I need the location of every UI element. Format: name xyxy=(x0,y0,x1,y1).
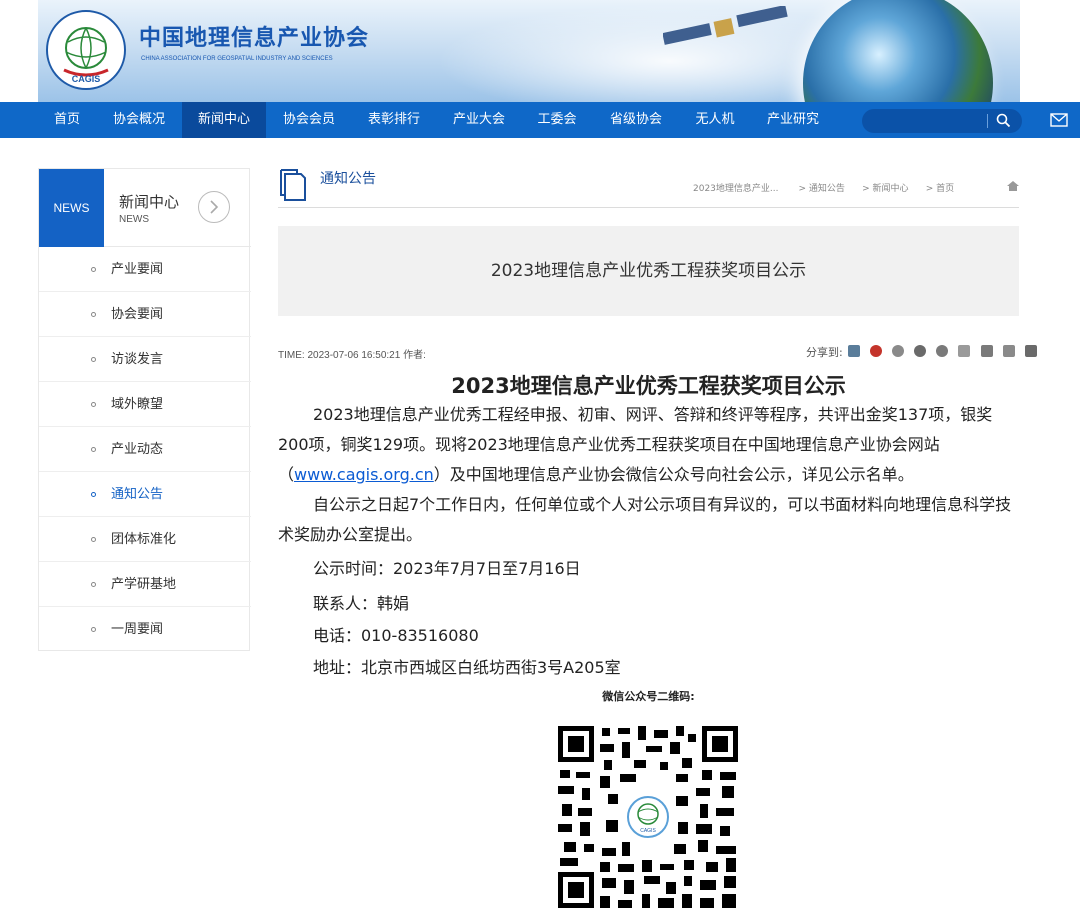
search-divider xyxy=(987,114,988,128)
share-douban-icon[interactable] xyxy=(1002,345,1015,357)
share-qzone-icon[interactable] xyxy=(1024,345,1037,357)
article-paragraph: 2023地理信息产业优秀工程经申报、初审、网评、答辩和终评等程序，共评出金奖13… xyxy=(278,405,993,484)
sidebar-item-overseas[interactable]: 域外瞭望 xyxy=(39,382,251,427)
share-wechat-icon[interactable] xyxy=(914,345,927,357)
article-paragraph: 自公示之日起7个工作日内，任何单位或个人对公示项目有异议的，可以书面材料向地理信… xyxy=(278,495,1012,544)
share-plus-icon[interactable] xyxy=(848,345,860,357)
sidebar-item-label: 一周要闻 xyxy=(111,622,164,637)
bullet-icon xyxy=(91,402,96,407)
sidebar-item-weekly-news[interactable]: 一周要闻 xyxy=(39,607,251,652)
sidebar-header: NEWS 新闻中心 NEWS xyxy=(39,169,251,247)
sidebar-item-association-news[interactable]: 协会要闻 xyxy=(39,292,251,337)
sidebar-item-label: 域外瞭望 xyxy=(111,397,164,412)
qr-logo-mark: CAGIS xyxy=(640,828,656,834)
sidebar-item-industry-updates[interactable]: 产业动态 xyxy=(39,427,251,472)
bullet-icon xyxy=(91,267,96,272)
sidebar-badge: NEWS xyxy=(39,169,104,247)
nav-item-home[interactable]: 首页 xyxy=(46,102,88,138)
sidebar-item-label: 访谈发言 xyxy=(111,352,164,367)
nav-item-conference[interactable]: 产业大会 xyxy=(444,102,514,138)
share-icons xyxy=(848,345,1042,359)
nav-item-about[interactable]: 协会概况 xyxy=(104,102,174,138)
bullet-icon xyxy=(91,312,96,317)
logo-icon[interactable]: CAGIS xyxy=(46,10,126,90)
article-title-box: 2023地理信息产业优秀工程获奖项目公示 xyxy=(278,226,1019,316)
section-divider xyxy=(278,207,1019,208)
bullet-icon xyxy=(91,627,96,632)
sidebar-subtitle: NEWS xyxy=(119,214,149,225)
article-meta: TIME: 2023-07-06 16:50:21 作者: xyxy=(278,350,426,361)
bullet-icon xyxy=(91,492,96,497)
nav-item-members[interactable]: 协会会员 xyxy=(274,102,344,138)
share-pinterest-icon[interactable] xyxy=(892,345,905,357)
contact-address: 地址：北京市西城区白纸坊西街3号A205室 xyxy=(313,658,621,677)
sidebar-item-standards[interactable]: 团体标准化 xyxy=(39,517,251,562)
nav-item-research[interactable]: 产业研究 xyxy=(758,102,828,138)
sidebar-item-label: 协会要闻 xyxy=(111,307,164,322)
sidebar-item-label: 产业动态 xyxy=(111,442,164,457)
sidebar-title: 新闻中心 xyxy=(119,193,180,211)
chevron-right-icon[interactable] xyxy=(198,191,230,223)
nav-item-rankings[interactable]: 表彰排行 xyxy=(359,102,429,138)
sidebar-item-label: 团体标准化 xyxy=(111,532,177,547)
site-link[interactable]: www.cagis.org.cn xyxy=(294,465,434,484)
contact-phone: 电话：010-83516080 xyxy=(313,626,479,645)
search-icon[interactable] xyxy=(996,113,1011,128)
nav-item-drones[interactable]: 无人机 xyxy=(686,102,744,138)
mail-icon[interactable] xyxy=(1050,113,1068,127)
bullet-icon xyxy=(91,447,96,452)
breadcrumb-item[interactable]: 2023地理信息产业... xyxy=(693,184,779,194)
qr-code-image: CAGIS xyxy=(556,724,740,910)
breadcrumb-item[interactable]: > 通知公告 xyxy=(799,184,845,194)
site-title[interactable]: 中国地理信息产业协会 xyxy=(139,20,369,52)
sidebar: NEWS 新闻中心 NEWS 产业要闻 协会要闻 访谈发言 域外瞭望 产业动态 … xyxy=(38,168,251,652)
sidebar-list: 产业要闻 协会要闻 访谈发言 域外瞭望 产业动态 通知公告 团体标准化 产学研基… xyxy=(39,247,251,652)
section-title: 通知公告 xyxy=(320,171,376,187)
sidebar-item-interviews[interactable]: 访谈发言 xyxy=(39,337,251,382)
satellite-icon xyxy=(663,6,788,45)
article-title: 2023地理信息产业优秀工程获奖项目公示 xyxy=(451,374,846,398)
qr-label: 微信公众号二维码: xyxy=(602,690,695,703)
publicity-period: 公示时间：2023年7月7日至7月16日 xyxy=(313,559,581,578)
sidebar-item-research-base[interactable]: 产学研基地 xyxy=(39,562,251,607)
contact-person: 联系人：韩娟 xyxy=(313,594,410,613)
logo-mark: CAGIS xyxy=(72,74,101,84)
bullet-icon xyxy=(91,582,96,587)
sidebar-item-label: 通知公告 xyxy=(111,487,164,502)
document-icon xyxy=(280,169,306,201)
breadcrumb: 2023地理信息产业... > 通知公告 > 新闻中心 > 首页 xyxy=(693,181,954,194)
share-star-icon[interactable] xyxy=(958,345,971,357)
home-icon[interactable] xyxy=(1006,180,1020,192)
share-label: 分享到: xyxy=(806,346,843,359)
sidebar-item-industry-news[interactable]: 产业要闻 xyxy=(39,247,251,292)
nav-item-news[interactable]: 新闻中心 xyxy=(182,102,266,138)
nav-item-committees[interactable]: 工委会 xyxy=(528,102,586,138)
earth-image xyxy=(803,0,993,102)
nav-item-provincial[interactable]: 省级协会 xyxy=(601,102,671,138)
share-weibo-icon[interactable] xyxy=(870,345,883,357)
share-renren-icon[interactable] xyxy=(980,345,993,357)
main-nav: 首页 协会概况 新闻中心 协会会员 表彰排行 产业大会 工委会 省级协会 无人机… xyxy=(0,102,1080,138)
bullet-icon xyxy=(91,537,96,542)
site-subtitle: CHINA ASSOCIATION FOR GEOSPATIAL INDUSTR… xyxy=(141,56,333,62)
sidebar-item-label: 产业要闻 xyxy=(111,262,164,277)
breadcrumb-item[interactable]: > 首页 xyxy=(926,184,954,194)
share-friends-icon[interactable] xyxy=(936,345,949,357)
sidebar-item-label: 产学研基地 xyxy=(111,577,177,592)
breadcrumb-item[interactable]: > 新闻中心 xyxy=(862,184,908,194)
bullet-icon xyxy=(91,357,96,362)
sidebar-item-notices[interactable]: 通知公告 xyxy=(39,472,251,517)
